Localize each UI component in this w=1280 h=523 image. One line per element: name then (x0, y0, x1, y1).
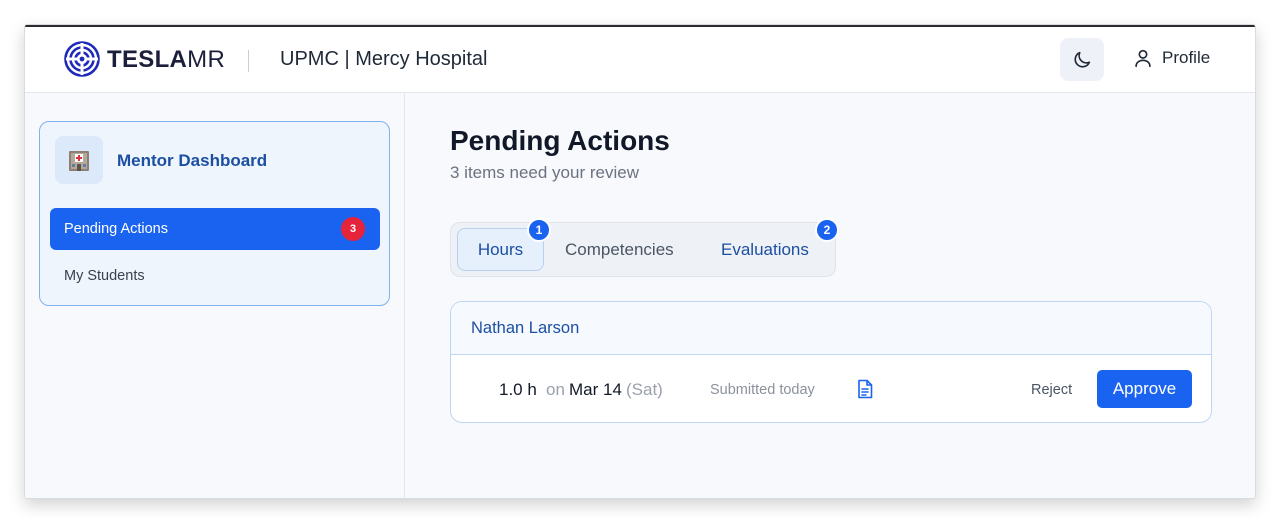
tab-evaluations[interactable]: Evaluations (721, 228, 809, 271)
hours-entry-row: 1.0 h on Mar 14 (Sat) Submitted today Re… (451, 355, 1211, 422)
pending-count-badge: 3 (341, 217, 365, 241)
user-icon (1135, 49, 1151, 68)
tab-label: Hours (477, 239, 524, 259)
hours-value: 1.0 h (499, 380, 537, 399)
entry-day: (Sat) (626, 380, 663, 399)
brand-name: TESLAMR (107, 46, 226, 73)
approve-button[interactable]: Approve (1097, 370, 1192, 408)
main-content: Pending Actions 3 items need your review… (406, 93, 1255, 498)
student-card-header: Nathan Larson (451, 302, 1211, 355)
sidebar: Mentor Dashboard Pending Actions 3 My St… (25, 93, 405, 498)
theme-toggle-button[interactable] (1060, 38, 1104, 81)
tab-competencies[interactable]: Competencies (565, 228, 674, 271)
teslamr-logo-icon (64, 41, 100, 77)
reject-button[interactable]: Reject (1031, 382, 1072, 398)
profile-label: Profile (1162, 48, 1211, 67)
student-name[interactable]: Nathan Larson (471, 319, 579, 338)
profile-button[interactable]: Profile (1132, 47, 1210, 69)
tab-label: Competencies (565, 239, 674, 259)
header-divider (248, 50, 249, 72)
entry-date: Mar 14 (569, 380, 622, 399)
document-icon[interactable] (856, 379, 874, 399)
sidebar-title: Mentor Dashboard (117, 151, 268, 170)
tab-label: Evaluations (721, 239, 809, 259)
moon-icon (1074, 51, 1091, 68)
page-title: Pending Actions (450, 125, 670, 156)
app-window: TESLAMR UPMC | Mercy Hospital Profile Me… (24, 24, 1256, 499)
submitted-status: Submitted today (710, 382, 815, 398)
page-subtitle: 3 items need your review (450, 163, 639, 182)
hours-count-badge: 1 (527, 218, 551, 242)
evaluations-count-badge: 2 (815, 218, 839, 242)
sidebar-item-label: Pending Actions (64, 221, 168, 237)
sidebar-panel: Mentor Dashboard Pending Actions 3 My St… (39, 121, 390, 306)
hospital-icon (55, 136, 103, 184)
student-card: Nathan Larson 1.0 h on Mar 14 (Sat) Subm… (450, 301, 1212, 423)
sidebar-item-pending-actions[interactable]: Pending Actions 3 (50, 208, 380, 250)
top-bar: TESLAMR UPMC | Mercy Hospital Profile (25, 25, 1255, 93)
organization-name: UPMC | Mercy Hospital (280, 48, 488, 70)
tab-bar: Hours Competencies Evaluations 1 2 (450, 218, 839, 277)
sidebar-item-my-students[interactable]: My Students (64, 268, 145, 284)
on-label: on (546, 380, 565, 399)
